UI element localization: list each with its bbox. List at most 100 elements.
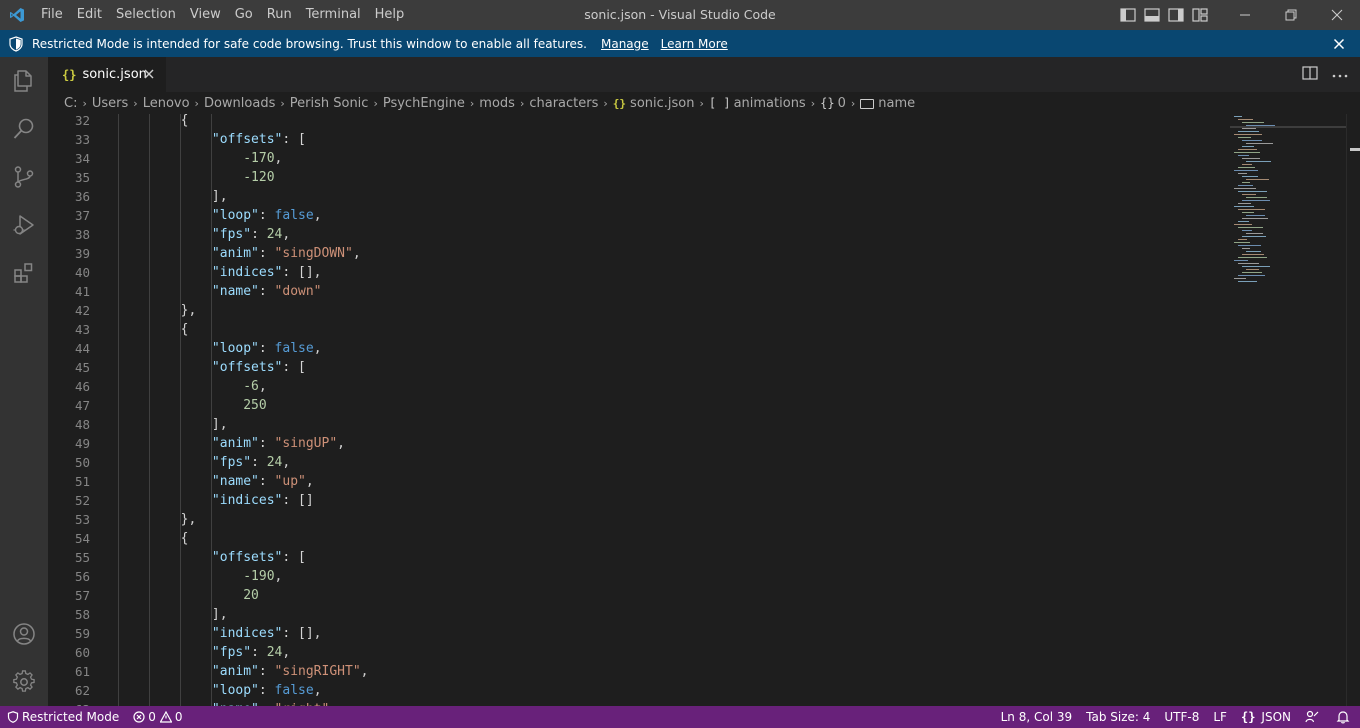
source-control-icon[interactable]: [0, 153, 48, 201]
menu-selection[interactable]: Selection: [109, 0, 183, 30]
code-line[interactable]: {: [118, 529, 189, 548]
breadcrumb-file[interactable]: sonic.json: [630, 96, 694, 111]
minimap-line: [1242, 158, 1260, 159]
settings-gear-icon[interactable]: [0, 658, 48, 706]
breadcrumb-segment[interactable]: Downloads: [204, 96, 275, 111]
close-banner-icon[interactable]: [1328, 30, 1350, 57]
feedback-icon[interactable]: [1298, 706, 1329, 728]
code-editor[interactable]: 32 33 34 35 36 37 38 39 40 41 42 43 44 45 46 47 48 49 50 51…: [48, 114, 1230, 706]
line-number: 41: [74, 284, 90, 299]
code-line[interactable]: "name": "up",: [118, 472, 314, 491]
minimap[interactable]: [1230, 114, 1346, 706]
close-window-icon[interactable]: [1314, 0, 1360, 30]
chevron-right-icon: ›: [194, 96, 199, 110]
breadcrumb-symbol[interactable]: animations: [734, 96, 806, 111]
code-line[interactable]: -120: [118, 168, 274, 187]
breadcrumb-segment[interactable]: Perish Sonic: [290, 96, 369, 111]
code-line[interactable]: "indices": []: [118, 491, 314, 510]
restricted-mode-banner: Restricted Mode is intended for safe cod…: [0, 30, 1360, 57]
code-line[interactable]: "offsets": [: [118, 130, 306, 149]
encoding[interactable]: UTF-8: [1157, 706, 1206, 728]
split-editor-icon[interactable]: [1302, 65, 1318, 84]
toggle-secondary-sidebar-icon[interactable]: [1164, 0, 1188, 30]
code-token: 24: [266, 645, 283, 660]
code-line[interactable]: "fps": 24,: [118, 643, 290, 662]
restricted-mode-status[interactable]: Restricted Mode: [0, 706, 126, 728]
menu-file[interactable]: File: [34, 0, 70, 30]
menu-go[interactable]: Go: [228, 0, 260, 30]
menu-help[interactable]: Help: [368, 0, 412, 30]
code-line[interactable]: "indices": [],: [118, 263, 322, 282]
code-line[interactable]: ],: [118, 605, 228, 624]
more-actions-icon[interactable]: [1332, 67, 1348, 82]
customize-layout-icon[interactable]: [1188, 0, 1212, 30]
minimap-line: [1246, 125, 1275, 126]
breadcrumb-segment[interactable]: C:: [64, 96, 77, 111]
code-line[interactable]: "anim": "singDOWN",: [118, 244, 361, 263]
tab-size[interactable]: Tab Size: 4: [1079, 706, 1157, 728]
code-line[interactable]: -190,: [118, 567, 282, 586]
tab-sonic-json[interactable]: {} sonic.json: [48, 57, 166, 92]
toggle-primary-sidebar-icon[interactable]: [1116, 0, 1140, 30]
breadcrumb-symbol[interactable]: name: [878, 96, 915, 111]
menu-run[interactable]: Run: [260, 0, 299, 30]
code-line[interactable]: "loop": false,: [118, 206, 322, 225]
breadcrumb-segment[interactable]: Users: [92, 96, 128, 111]
code-token: "offsets": [211, 550, 283, 565]
code-line[interactable]: 20: [118, 586, 259, 605]
code-line[interactable]: ],: [118, 187, 228, 206]
code-line[interactable]: {: [118, 320, 189, 339]
line-number: 61: [74, 664, 90, 679]
breadcrumb-segment[interactable]: mods: [479, 96, 515, 111]
end-of-line[interactable]: LF: [1206, 706, 1234, 728]
run-debug-icon[interactable]: [0, 201, 48, 249]
code-line[interactable]: },: [118, 510, 197, 529]
code-line[interactable]: },: [118, 301, 197, 320]
code-line[interactable]: "fps": 24,: [118, 453, 290, 472]
menu-view[interactable]: View: [183, 0, 228, 30]
account-icon[interactable]: [0, 610, 48, 658]
search-icon[interactable]: [0, 105, 48, 153]
minimap-line: [1234, 278, 1246, 279]
code-line[interactable]: -6,: [118, 377, 266, 396]
manage-link[interactable]: Manage: [601, 37, 649, 51]
breadcrumb-segment[interactable]: characters: [529, 96, 598, 111]
code-line[interactable]: "loop": false,: [118, 339, 322, 358]
explorer-icon[interactable]: [0, 57, 48, 105]
code-area[interactable]: { "offsets": [ -170, -120 ], "loop": fal…: [118, 114, 1230, 706]
language-mode[interactable]: {} JSON: [1234, 706, 1298, 728]
close-tab-icon[interactable]: [142, 67, 156, 81]
code-line[interactable]: "fps": 24,: [118, 225, 290, 244]
code-token: "singRIGHT": [274, 664, 361, 679]
breadcrumb-symbol[interactable]: 0: [838, 96, 846, 111]
code-token: ,: [282, 455, 291, 470]
restore-icon[interactable]: [1268, 0, 1314, 30]
code-token: ,: [274, 569, 283, 584]
vertical-scrollbar[interactable]: [1346, 114, 1360, 706]
cursor-position[interactable]: Ln 8, Col 39: [994, 706, 1080, 728]
menu-terminal[interactable]: Terminal: [299, 0, 368, 30]
code-line[interactable]: "anim": "singUP",: [118, 434, 345, 453]
json-file-icon: {}: [62, 67, 77, 82]
notifications-bell-icon[interactable]: [1329, 706, 1360, 728]
scrollbar-thumb[interactable]: [1350, 148, 1360, 151]
line-number: 38: [74, 227, 90, 242]
code-line[interactable]: "loop": false,: [118, 681, 322, 700]
extensions-icon[interactable]: [0, 249, 48, 297]
code-line[interactable]: 250: [118, 396, 266, 415]
code-line[interactable]: "offsets": [: [118, 358, 306, 377]
code-line[interactable]: ],: [118, 415, 228, 434]
menu-edit[interactable]: Edit: [70, 0, 109, 30]
minimize-icon[interactable]: [1222, 0, 1268, 30]
code-line[interactable]: "offsets": [: [118, 548, 306, 567]
toggle-panel-icon[interactable]: [1140, 0, 1164, 30]
code-line[interactable]: -170,: [118, 149, 282, 168]
code-line[interactable]: "indices": [],: [118, 624, 322, 643]
code-line[interactable]: "anim": "singRIGHT",: [118, 662, 369, 681]
problems-status[interactable]: 0 0: [126, 706, 189, 728]
code-line[interactable]: "name": "down": [118, 282, 322, 301]
breadcrumb-segment[interactable]: PsychEngine: [383, 96, 465, 111]
breadcrumb-segment[interactable]: Lenovo: [143, 96, 190, 111]
learn-more-link[interactable]: Learn More: [661, 37, 728, 51]
code-line[interactable]: {: [118, 114, 189, 130]
